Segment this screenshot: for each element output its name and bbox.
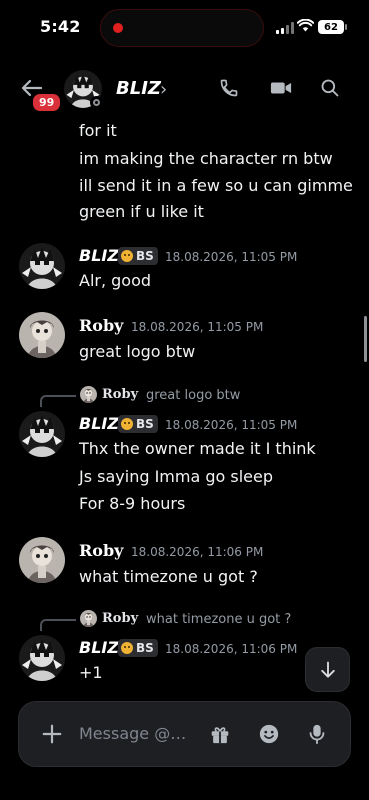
wifi-icon <box>297 19 314 32</box>
avatar[interactable] <box>19 243 65 289</box>
message-text: Thx the owner made it I think <box>79 439 316 458</box>
clan-tag[interactable]: BS <box>118 247 158 265</box>
timestamp: 18.08.2026, 11:05 PM <box>165 418 298 432</box>
emoji-icon[interactable] <box>258 723 280 745</box>
clan-tag-label: BS <box>136 249 154 263</box>
avatar[interactable] <box>19 537 65 583</box>
page-title[interactable]: BLIZ <box>116 78 161 99</box>
message-text: Js saying Imma go sleep <box>79 467 274 486</box>
message-text: what timezone u got ? <box>79 567 258 586</box>
reply-avatar <box>80 610 97 627</box>
unread-badge: 99 <box>31 92 63 113</box>
microphone-icon[interactable] <box>308 723 326 745</box>
message-text: +1 <box>79 663 103 682</box>
author-name[interactable]: Roby <box>79 316 123 335</box>
dm-header: 99 BLIZ › <box>0 62 369 116</box>
message-composer: Message @… <box>18 701 351 767</box>
message-text: For 8-9 hours <box>79 494 186 513</box>
timestamp: 18.08.2026, 11:06 PM <box>131 545 264 559</box>
skull-icon <box>121 418 133 430</box>
clock: 5:42 <box>40 17 81 36</box>
chevron-right-icon[interactable]: › <box>160 79 167 100</box>
status-indicator <box>90 96 103 109</box>
skull-icon <box>121 250 133 262</box>
jump-to-present-button[interactable] <box>305 647 350 692</box>
clan-tag[interactable]: BS <box>118 639 158 657</box>
reply-author[interactable]: Roby <box>102 611 138 626</box>
message-line: for it <box>79 121 117 140</box>
signal-icon <box>276 22 294 34</box>
timestamp: 18.08.2026, 11:06 PM <box>165 642 298 656</box>
battery-icon: 62 <box>318 20 347 34</box>
clan-tag[interactable]: BS <box>118 415 158 433</box>
message-line: im making the character rn btw <box>79 149 333 168</box>
message-line: green if u like it <box>79 202 204 221</box>
author-name[interactable]: BLIZ <box>79 638 119 657</box>
plus-icon[interactable] <box>41 723 63 745</box>
avatar[interactable] <box>19 411 65 457</box>
message-input[interactable]: Message @… <box>79 724 191 743</box>
reply-preview[interactable]: what timezone u got ? <box>146 612 291 627</box>
avatar[interactable] <box>19 635 65 681</box>
avatar[interactable] <box>19 312 65 358</box>
clan-tag-label: BS <box>136 417 154 431</box>
message-line: ill send it in a few so u can gimme <box>79 176 353 195</box>
phone-icon[interactable] <box>219 78 239 98</box>
timestamp: 18.08.2026, 11:05 PM <box>165 250 298 264</box>
reply-connector <box>40 619 76 631</box>
author-name[interactable]: BLIZ <box>79 414 119 433</box>
reply-connector <box>40 395 76 407</box>
reply-preview[interactable]: great logo btw <box>146 388 240 403</box>
search-icon[interactable] <box>320 78 340 98</box>
reply-avatar <box>80 386 97 403</box>
video-camera-icon[interactable] <box>270 78 292 98</box>
timestamp: 18.08.2026, 11:05 PM <box>131 320 264 334</box>
author-name[interactable]: Roby <box>79 541 123 560</box>
arrow-down-icon <box>320 661 335 678</box>
message-text: great logo btw <box>79 342 196 361</box>
status-bar: 5:42 62 <box>0 0 369 56</box>
message-text: Alr, good <box>79 271 152 290</box>
author-name[interactable]: BLIZ <box>79 246 119 265</box>
message-list[interactable]: for it im making the character rn btw il… <box>0 116 369 686</box>
clan-tag-label: BS <box>136 641 154 655</box>
dynamic-island <box>100 9 264 47</box>
skull-icon <box>121 642 133 654</box>
reply-author[interactable]: Roby <box>102 387 138 402</box>
recording-indicator <box>113 23 123 33</box>
scrollbar[interactable] <box>364 316 367 362</box>
gift-icon[interactable] <box>209 723 231 745</box>
